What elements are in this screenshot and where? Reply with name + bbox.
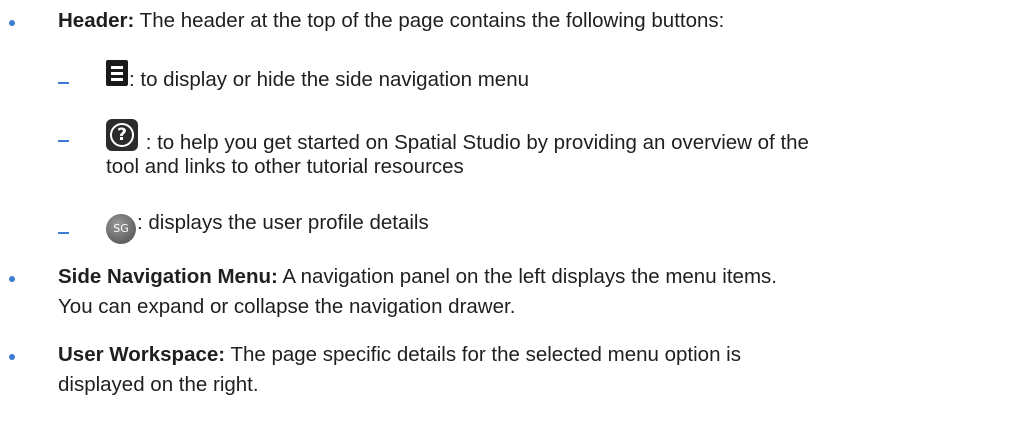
workspace-bullet-text: User Workspace: The page specific detail… <box>58 340 741 369</box>
sub-item-menu: : to display or hide the side navigation… <box>106 60 529 94</box>
bullet-marker <box>9 20 15 26</box>
sub-item-help-text: : to help you get started on Spatial Stu… <box>140 131 809 154</box>
header-bullet-text: Header: The header at the top of the pag… <box>58 6 724 35</box>
dash-marker <box>58 82 69 84</box>
sub-item-profile: SG: displays the user profile details <box>106 208 429 244</box>
side-nav-label: Side Navigation Menu: <box>58 265 278 288</box>
sub-item-menu-text: : to display or hide the side navigation… <box>129 68 530 91</box>
workspace-description-line2: displayed on the right. <box>58 373 259 396</box>
sub-item-help-text-line2: tool and links to other tutorial resourc… <box>106 155 464 178</box>
header-label: Header: <box>58 9 135 32</box>
header-description: The header at the top of the page contai… <box>134 9 725 32</box>
side-nav-description-line2: You can expand or collapse the navigatio… <box>58 295 516 318</box>
bullet-marker <box>9 354 15 360</box>
side-nav-description: A navigation panel on the left displays … <box>277 265 777 288</box>
question-mark-icon: ? <box>110 123 134 147</box>
workspace-description: The page specific details for the select… <box>225 343 741 366</box>
sub-item-profile-text: : displays the user profile details <box>137 211 429 234</box>
bullet-marker <box>9 276 15 282</box>
document-page: Header: The header at the top of the pag… <box>0 0 1017 426</box>
menu-icon <box>106 60 128 86</box>
sub-item-help: ? : to help you get started on Spatial S… <box>106 117 809 157</box>
dash-marker <box>58 140 69 142</box>
workspace-label: User Workspace: <box>58 343 226 366</box>
help-icon: ? <box>106 119 138 151</box>
side-nav-bullet-text: Side Navigation Menu: A navigation panel… <box>58 262 777 291</box>
avatar-icon: SG <box>106 214 136 244</box>
dash-marker <box>58 232 69 234</box>
